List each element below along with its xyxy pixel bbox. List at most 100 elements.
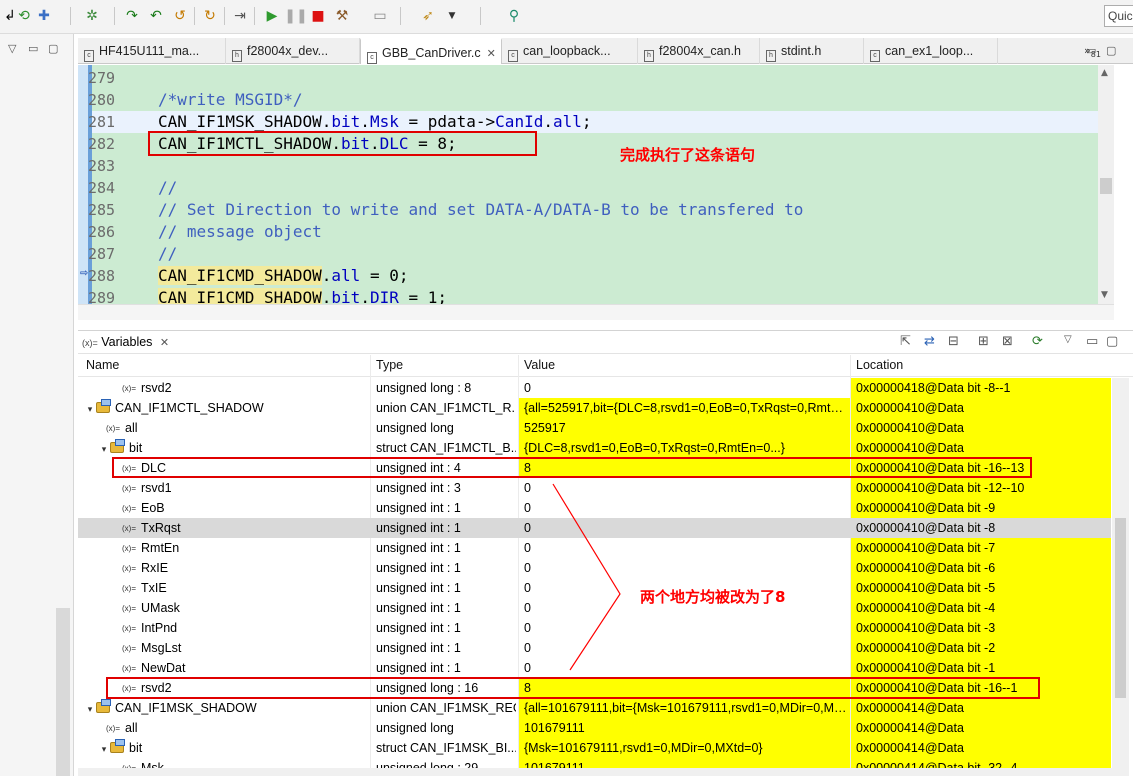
editor-scroll-thumb[interactable] bbox=[1100, 178, 1112, 194]
table-row[interactable]: ▾ bit struct CAN_IF1MSK_BI... {Msk=10167911… bbox=[78, 738, 1111, 758]
variable-value-cell[interactable]: 0 bbox=[519, 538, 850, 558]
minimize-icon[interactable]: ▭ bbox=[1086, 334, 1098, 349]
annotation-box-code-line bbox=[148, 131, 537, 156]
scroll-up-icon[interactable]: ▲ bbox=[1101, 68, 1108, 78]
variable-value-cell[interactable]: 0 bbox=[519, 638, 850, 658]
variable-icon: (x)= bbox=[122, 584, 136, 593]
terminate-icon[interactable]: ■ bbox=[308, 6, 328, 26]
variable-location-cell: 0x00000410@Data bit -2 bbox=[851, 638, 1111, 658]
expand-toggle-icon[interactable]: ▾ bbox=[84, 699, 96, 719]
table-row[interactable]: (x)= rsvd2 unsigned long : 8 0 0x00000418@Da… bbox=[78, 378, 1111, 398]
refresh-icon[interactable]: ⟳ bbox=[1032, 334, 1043, 349]
new-expression-icon[interactable]: ⊞ bbox=[978, 334, 989, 349]
variable-value-cell[interactable]: 101679111 bbox=[519, 718, 850, 738]
code-editor[interactable]: ⇨ 279 280/*write MSGID*/ 281 CAN_IF1MSK_S… bbox=[78, 65, 1098, 304]
table-row[interactable]: ▾ CAN_IF1MSK_SHADOW union CAN_IF1MSK_REG {a… bbox=[78, 698, 1111, 718]
search-icon[interactable]: ⚲ bbox=[504, 6, 524, 26]
variables-scroll-thumb[interactable] bbox=[1115, 518, 1126, 698]
restart-icon[interactable]: ↺ bbox=[170, 6, 190, 26]
view-menu-icon[interactable]: ▽ bbox=[1064, 334, 1072, 345]
variable-value-cell[interactable]: 0 bbox=[519, 658, 850, 678]
variables-column-headers: Name Type Value Location bbox=[78, 355, 1133, 377]
variable-type-cell: unsigned int : 1 bbox=[376, 601, 461, 615]
variable-value-cell[interactable]: {all=525917,bit={DLC=8,rsvd1=0,EoB=0,TxR… bbox=[519, 398, 850, 418]
variable-value-cell[interactable]: 0 bbox=[519, 378, 850, 398]
column-type[interactable]: Type bbox=[376, 358, 403, 372]
variables-horizontal-scrollbar[interactable] bbox=[78, 768, 1112, 776]
table-row[interactable]: (x)= all unsigned long 525917 0x00000410@Dat… bbox=[78, 418, 1111, 438]
table-row[interactable]: (x)= TxIE unsigned int : 1 0 0x00000410@Data… bbox=[78, 578, 1111, 598]
table-row[interactable]: (x)= RxIE unsigned int : 1 0 0x00000410@Data… bbox=[78, 558, 1111, 578]
hammer-icon[interactable]: ⚒ bbox=[332, 6, 352, 26]
variable-value-cell[interactable]: 0 bbox=[519, 558, 850, 578]
step-into-icon[interactable]: ✲ bbox=[82, 6, 102, 26]
tab-f28004x-can-h[interactable]: h f28004x_can.h bbox=[638, 38, 760, 64]
maximize-icon[interactable]: ▢ bbox=[1106, 44, 1116, 57]
scroll-down-icon[interactable]: ▼ bbox=[1101, 290, 1108, 300]
column-name[interactable]: Name bbox=[86, 358, 119, 372]
layout-icon[interactable]: ⊟ bbox=[948, 334, 959, 349]
maximize-icon[interactable]: ▢ bbox=[48, 42, 58, 55]
variable-icon: (x)= bbox=[106, 424, 120, 433]
debug-icon[interactable]: ✚ bbox=[34, 6, 54, 26]
variable-type-cell: unsigned long : 8 bbox=[376, 381, 472, 395]
variable-name-cell: (x)= RmtEn bbox=[78, 538, 370, 559]
tab-stdint-h[interactable]: h stdint.h bbox=[760, 38, 864, 64]
collapse-all-icon[interactable]: ⇱ bbox=[900, 334, 911, 349]
tab-hf415u111[interactable]: c HF415U111_ma... bbox=[78, 38, 226, 64]
step-over-icon[interactable]: ↷ bbox=[122, 6, 142, 26]
table-row[interactable]: (x)= IntPnd unsigned int : 1 0 0x00000410@Da… bbox=[78, 618, 1111, 638]
tab-can-loopback[interactable]: c can_loopback... bbox=[502, 38, 638, 64]
expand-toggle-icon[interactable]: ▾ bbox=[98, 739, 110, 759]
variable-value-cell[interactable]: 525917 bbox=[519, 418, 850, 438]
expand-toggle-icon[interactable]: ▾ bbox=[84, 399, 96, 419]
suspend-icon[interactable]: ↻ bbox=[200, 6, 220, 26]
minimize-icon[interactable]: ▭ bbox=[1086, 44, 1096, 57]
tab-variables[interactable]: (x)= Variables ✕ bbox=[82, 335, 169, 349]
variable-value-cell[interactable]: 0 bbox=[519, 478, 850, 498]
pin-icon[interactable]: ➶ bbox=[418, 6, 438, 26]
build-icon[interactable]: ⟲ bbox=[14, 6, 34, 26]
column-location[interactable]: Location bbox=[856, 358, 903, 372]
pause-icon[interactable]: ❚❚ bbox=[284, 6, 307, 26]
minimize-icon[interactable]: ▭ bbox=[28, 42, 38, 55]
remove-icon[interactable]: ⊠ bbox=[1002, 334, 1013, 349]
code-line: 288 CAN_IF1CMD_SHADOW.all = 0; bbox=[88, 266, 409, 285]
resume-icon[interactable]: ⇥ bbox=[230, 6, 250, 26]
table-row[interactable]: (x)= MsgLst unsigned int : 1 0 0x00000410@Da… bbox=[78, 638, 1111, 658]
collapse-icon[interactable]: ▽ bbox=[8, 42, 16, 55]
table-row[interactable]: ▾ CAN_IF1MCTL_SHADOW union CAN_IF1MCTL_R..… bbox=[78, 398, 1111, 418]
variable-value-cell[interactable]: {Msk=101679111,rsvd1=0,MDir=0,MXtd=0} bbox=[519, 738, 850, 758]
code-line: 286// message object bbox=[88, 222, 322, 241]
resume-play-icon[interactable]: ▶ bbox=[262, 6, 282, 26]
table-row[interactable]: (x)= UMask unsigned int : 1 0 0x00000410@Dat… bbox=[78, 598, 1111, 618]
show-types-icon[interactable]: ⇄ bbox=[924, 334, 935, 349]
table-row[interactable]: (x)= NewDat unsigned int : 1 0 0x00000410@Da… bbox=[78, 658, 1111, 678]
tab-gbb-candriver[interactable]: c GBB_CanDriver.c ✕ bbox=[360, 38, 502, 64]
table-row[interactable]: (x)= RmtEn unsigned int : 1 0 0x00000410@Dat… bbox=[78, 538, 1111, 558]
table-row[interactable]: (x)= TxRqst unsigned int : 1 0 0x00000410@Da… bbox=[78, 518, 1111, 538]
variable-value-cell[interactable]: {all=101679111,bit={Msk=101679111,rsvd1=… bbox=[519, 698, 850, 718]
quick-access-input[interactable]: Quick Access bbox=[1104, 5, 1133, 27]
tab-can-ex1-loop[interactable]: c can_ex1_loop... bbox=[864, 38, 998, 64]
variables-scrollbar[interactable] bbox=[1112, 378, 1129, 776]
tab-f28004x-dev[interactable]: h f28004x_dev... bbox=[226, 38, 360, 64]
variable-value-cell[interactable]: 0 bbox=[519, 498, 850, 518]
table-row[interactable]: ▾ bit struct CAN_IF1MCTL_B... {DLC=8,rsvd1=… bbox=[78, 438, 1111, 458]
left-scrollbar[interactable] bbox=[56, 608, 70, 776]
close-icon[interactable]: ✕ bbox=[160, 337, 169, 349]
table-row[interactable]: (x)= all unsigned long 101679111 0x00000414@… bbox=[78, 718, 1111, 738]
variable-value-cell[interactable]: {DLC=8,rsvd1=0,EoB=0,TxRqst=0,RmtEn=0...… bbox=[519, 438, 850, 458]
variable-value-cell[interactable]: 0 bbox=[519, 518, 850, 538]
table-row[interactable]: (x)= EoB unsigned int : 1 0 0x00000410@Data … bbox=[78, 498, 1111, 518]
expand-toggle-icon[interactable]: ▾ bbox=[98, 439, 110, 459]
table-row[interactable]: (x)= rsvd1 unsigned int : 3 0 0x00000410@Dat… bbox=[78, 478, 1111, 498]
variable-value-cell[interactable]: 0 bbox=[519, 618, 850, 638]
memory-icon[interactable]: ▭ bbox=[370, 6, 390, 26]
chevron-down-icon[interactable]: ▼ bbox=[442, 6, 462, 26]
close-icon[interactable]: ✕ bbox=[487, 48, 496, 60]
column-value[interactable]: Value bbox=[524, 358, 555, 372]
step-return-icon[interactable]: ↶ bbox=[146, 6, 166, 26]
editor-scrollbar[interactable]: ▲ ▼ bbox=[1098, 65, 1114, 304]
maximize-icon[interactable]: ▢ bbox=[1106, 334, 1118, 349]
